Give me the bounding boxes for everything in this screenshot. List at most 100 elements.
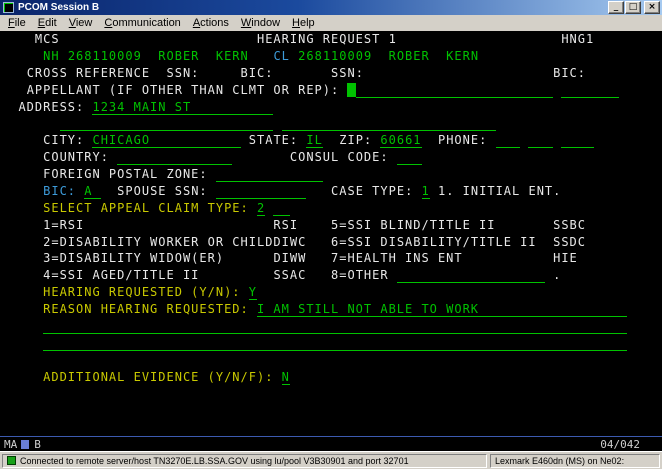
terminal-row: HEARING REQUESTED (Y/N): Y — [2, 284, 662, 301]
hearing-requested-field[interactable]: Y — [249, 285, 257, 300]
terminal-row: CROSS REFERENCE SSN: BIC: SSN: BIC: — [2, 65, 662, 82]
consul-code-field[interactable] — [397, 150, 422, 165]
menu-window[interactable]: Window — [235, 16, 286, 30]
terminal-text — [2, 32, 35, 46]
terminal-text: SELECT APPEAL CLAIM TYPE: — [43, 201, 257, 215]
terminal-text — [2, 133, 43, 147]
reason-field[interactable]: I AM STILL NOT ABLE TO WORK — [257, 302, 479, 317]
terminal-text — [537, 235, 553, 249]
terminal-text — [306, 235, 331, 249]
terminal-text — [2, 319, 43, 333]
oia-system-indicator: MA — [4, 438, 17, 451]
appellant-field2[interactable] — [561, 83, 619, 98]
additional-evidence-field[interactable]: N — [282, 370, 290, 385]
bic-field[interactable] — [92, 184, 100, 199]
address-line2-field[interactable] — [60, 116, 274, 131]
terminal-text — [306, 251, 331, 265]
terminal-row — [2, 402, 662, 419]
address-line1-field[interactable]: 1234 MAIN ST — [92, 100, 191, 115]
reason-line2-field[interactable] — [43, 319, 627, 334]
spouse-ssn-field[interactable] — [216, 184, 306, 199]
connection-status-text: Connected to remote server/host TN3270E.… — [20, 456, 409, 466]
appellant-field[interactable] — [356, 83, 553, 98]
close-button[interactable]: × — [644, 1, 660, 14]
terminal-text — [273, 66, 331, 80]
zip-field[interactable]: 60661 — [380, 133, 421, 148]
minimize-button[interactable]: _ — [608, 1, 624, 14]
menu-communication[interactable]: Communication — [98, 16, 186, 30]
terminal-text — [323, 133, 339, 147]
window-title: PCOM Session B — [18, 2, 607, 13]
restore-button[interactable]: □ — [625, 1, 641, 14]
terminal-text — [298, 218, 331, 232]
appeal-claim-type-field[interactable]: 2 — [257, 201, 265, 216]
printer-status-text: Lexmark E460dn (MS) on Ne02: — [495, 456, 624, 466]
terminal-text — [545, 268, 553, 282]
terminal-text: HEARING REQUESTED (Y/N): — [43, 285, 249, 299]
terminal-text — [84, 218, 273, 232]
terminal-text — [2, 302, 43, 316]
state-field[interactable]: IL — [306, 133, 322, 148]
terminal-row: 2=DISABILITY WORKER OR CHILDDIWC 6=SSI D… — [2, 234, 662, 251]
case-type-field[interactable]: 1 — [422, 184, 430, 199]
phone-prefix-field[interactable] — [528, 133, 553, 148]
address-line1-field[interactable] — [191, 100, 273, 115]
cl-value: 268110009 ROBER KERN — [298, 49, 479, 63]
terminal-row: REASON HEARING REQUESTED: I AM STILL NOT… — [2, 301, 662, 318]
terminal-row: NH 268110009 ROBER KERN CL 268110009 ROB… — [2, 48, 662, 65]
country-field[interactable] — [117, 150, 232, 165]
menu-edit[interactable]: Edit — [32, 16, 63, 30]
menu-view[interactable]: View — [63, 16, 99, 30]
terminal-text: 3=DISABILITY WIDOW(ER) — [43, 251, 224, 265]
terminal-text — [2, 184, 43, 198]
cursor — [347, 83, 355, 97]
terminal-row — [2, 385, 662, 402]
phone-line-field[interactable] — [561, 133, 594, 148]
cl-label: CL — [273, 49, 298, 63]
screen-code: HNG1 — [561, 32, 594, 46]
terminal-text — [2, 218, 43, 232]
terminal-text — [463, 251, 553, 265]
terminal-text — [430, 184, 438, 198]
terminal-screen[interactable]: MCS HEARING REQUEST 1 HNG1 NH 268110009 … — [0, 31, 662, 436]
terminal-text — [224, 251, 273, 265]
address-line3-field[interactable] — [282, 116, 496, 131]
nh-value: 268110009 ROBER KERN — [68, 49, 249, 63]
pcomm-window: PCOM Session B _ □ × FileEditViewCommuni… — [0, 0, 662, 469]
foreign-postal-zone-field[interactable] — [216, 167, 323, 182]
terminal-text — [2, 49, 43, 63]
terminal-text — [2, 336, 43, 350]
reason-line3-field[interactable] — [43, 336, 627, 351]
city-field[interactable] — [150, 133, 240, 148]
terminal-text: CITY: — [43, 133, 92, 147]
terminal-text — [2, 235, 43, 249]
terminal-text — [496, 218, 554, 232]
city-field[interactable]: CHICAGO — [92, 133, 150, 148]
reason-field[interactable] — [479, 302, 627, 317]
terminal-text: PHONE: — [438, 133, 496, 147]
menu-actions[interactable]: Actions — [187, 16, 235, 30]
terminal-row: 4=SSI AGED/TITLE II SSAC 8=OTHER . — [2, 267, 662, 284]
terminal-text — [2, 370, 43, 384]
terminal-text: APPELLANT (IF OTHER THAN CLMT OR REP): — [27, 83, 348, 97]
terminal-text — [2, 100, 18, 114]
appeal-claim-type2-field[interactable] — [273, 201, 289, 216]
terminal-text: DIWC — [273, 235, 306, 249]
menu-file[interactable]: File — [2, 16, 32, 30]
terminal-text — [364, 66, 553, 80]
menu-help[interactable]: Help — [286, 16, 321, 30]
terminal-text: BIC: — [43, 184, 84, 198]
phone-area-field[interactable] — [496, 133, 521, 148]
terminal-text: ZIP: — [339, 133, 380, 147]
connection-status-panel: Connected to remote server/host TN3270E.… — [2, 454, 487, 468]
terminal-text: . — [553, 268, 561, 282]
nh-label: NH — [43, 49, 68, 63]
screen-title: HEARING REQUEST 1 — [257, 32, 397, 46]
terminal-row: 1=RSI RSI 5=SSI BLIND/TITLE II SSBC — [2, 217, 662, 234]
terminal-text — [249, 49, 274, 63]
terminal-text — [60, 32, 257, 46]
terminal-text: SSBC — [553, 218, 586, 232]
other-field[interactable] — [397, 268, 545, 283]
terminal-row: ADDITIONAL EVIDENCE (Y/N/F): N — [2, 369, 662, 386]
terminal-text — [2, 116, 60, 130]
